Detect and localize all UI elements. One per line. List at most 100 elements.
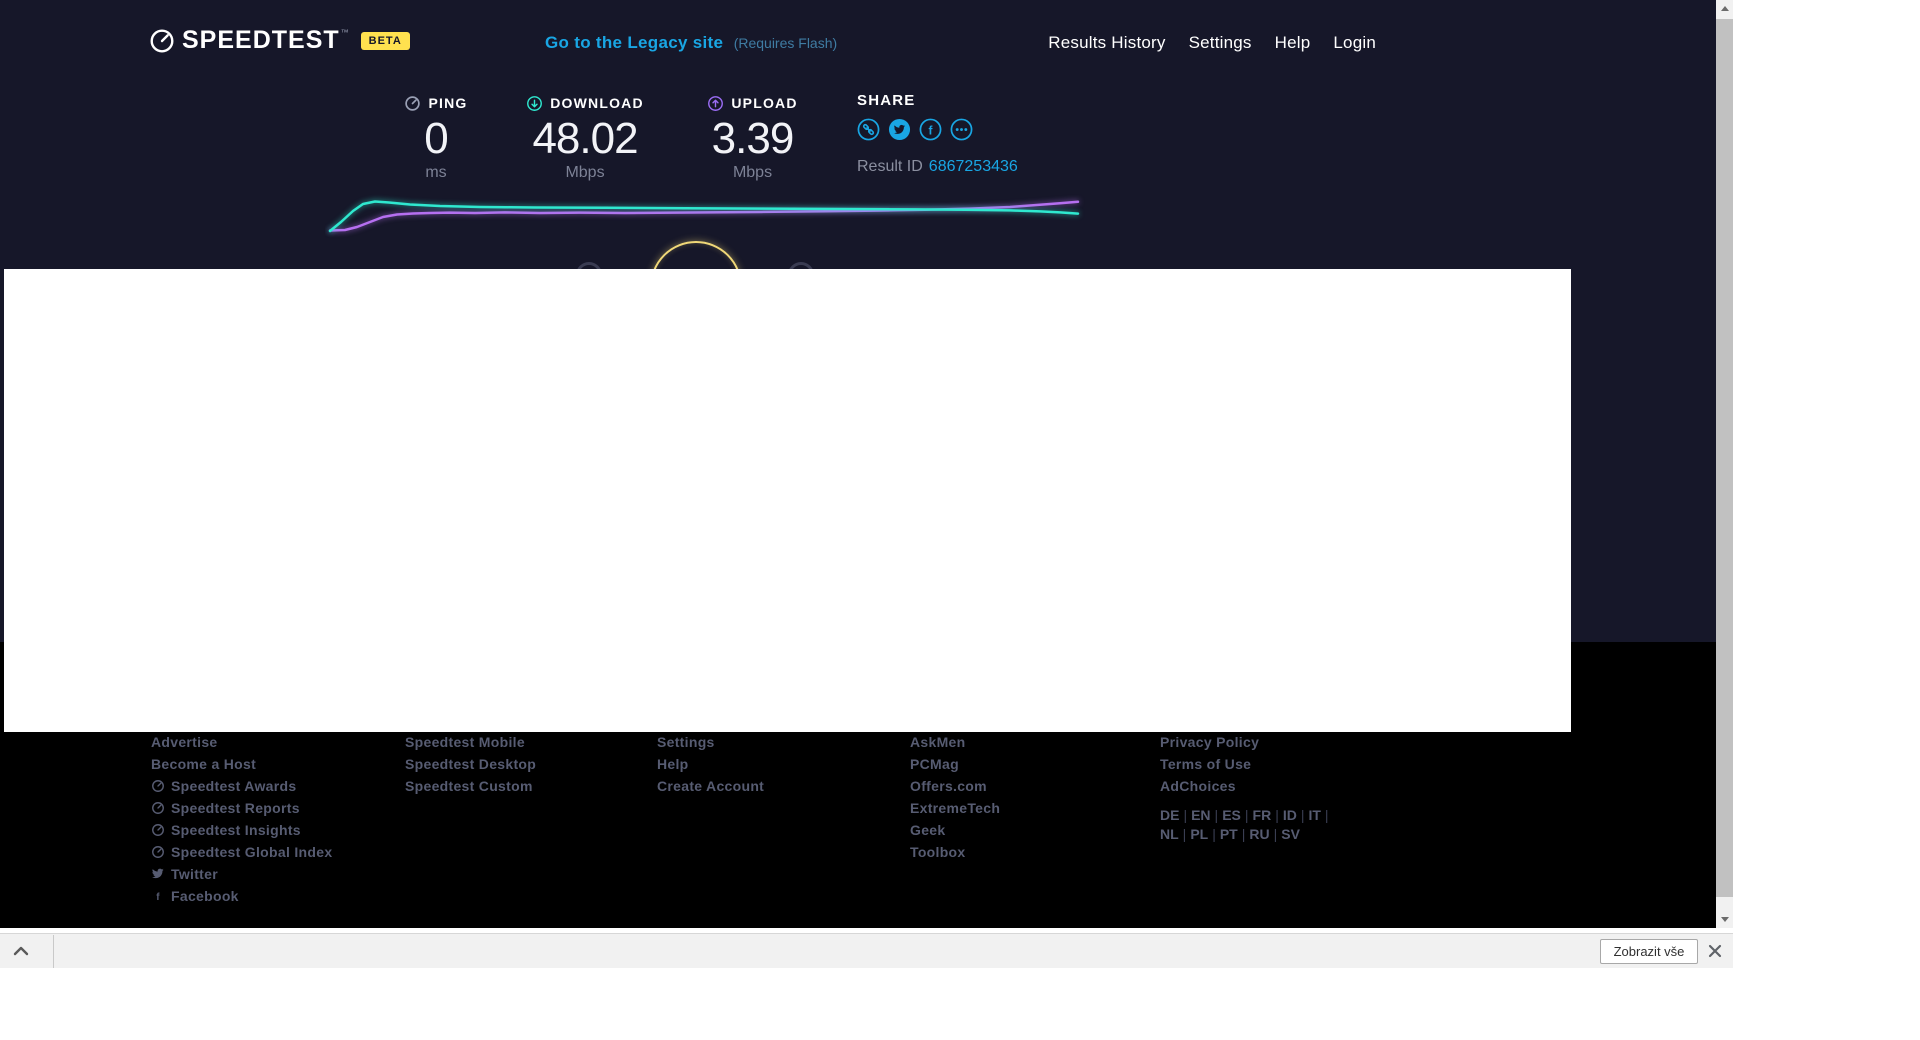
language-separator: | (1211, 807, 1223, 823)
gauge-icon (151, 845, 165, 859)
footer-link-advertise[interactable]: Advertise (151, 731, 332, 753)
footer-link-label: Speedtest Reports (171, 797, 300, 819)
footer-link-label: AskMen (910, 731, 965, 753)
footer-link-label: AdChoices (1160, 775, 1236, 797)
footer-link-label: Become a Host (151, 753, 256, 775)
share-icons-row: f (857, 118, 1067, 141)
gauge-icon (404, 95, 421, 112)
metric-unit: Mbps (685, 164, 820, 182)
vertical-scrollbar[interactable] (1716, 0, 1733, 928)
footer-link-label: Toolbox (910, 841, 966, 863)
legacy-site-link[interactable]: Go to the Legacy site (Requires Flash) (545, 33, 837, 53)
footer-link-speedtest-awards[interactable]: Speedtest Awards (151, 775, 332, 797)
footer-link-label: PCMag (910, 753, 959, 775)
scroll-up-button[interactable] (1716, 0, 1733, 17)
footer-link-speedtest-global-index[interactable]: Speedtest Global Index (151, 841, 332, 863)
shelf-divider (53, 935, 54, 968)
footer-link-speedtest-insights[interactable]: Speedtest Insights (151, 819, 332, 841)
footer-link-facebook[interactable]: fFacebook (151, 885, 332, 907)
footer-link-label: Help (657, 753, 689, 775)
twitter-share-icon[interactable] (888, 118, 911, 141)
language-nl[interactable]: NL (1160, 826, 1179, 842)
language-selector: DE|EN|ES|FR|ID|IT|NL|PL|PT|RU|SV (1160, 806, 1350, 844)
language-en[interactable]: EN (1191, 807, 1210, 823)
legacy-link-note: (Requires Flash) (734, 35, 837, 51)
blank-ad-overlay (4, 269, 1571, 732)
footer-column-2: Speedtest MobileSpeedtest DesktopSpeedte… (405, 731, 536, 797)
footer-link-adchoices[interactable]: AdChoices (1160, 775, 1259, 797)
footer-link-become-a-host[interactable]: Become a Host (151, 753, 332, 775)
footer-column-1: AdvertiseBecome a HostSpeedtest AwardsSp… (151, 731, 332, 907)
language-sv[interactable]: SV (1281, 826, 1300, 842)
svg-text:f: f (929, 123, 934, 137)
footer-link-privacy-policy[interactable]: Privacy Policy (1160, 731, 1259, 753)
footer-link-geek[interactable]: Geek (910, 819, 1000, 841)
notification-bar: Zobrazit vše (0, 933, 1733, 968)
language-de[interactable]: DE (1160, 807, 1179, 823)
language-separator: | (1271, 807, 1283, 823)
speed-graph (325, 192, 1085, 242)
language-line-1: DE|EN|ES|FR|ID|IT| (1160, 806, 1350, 825)
share-block: SHARE f Result ID 6867253436 (857, 92, 1067, 176)
facebook-share-icon[interactable]: f (919, 118, 942, 141)
footer-link-speedtest-mobile[interactable]: Speedtest Mobile (405, 731, 536, 753)
metric-upload: UPLOAD 3.39 Mbps (685, 94, 820, 182)
expand-shelf-button[interactable] (10, 942, 32, 960)
link-share-icon[interactable] (857, 118, 880, 141)
footer-link-create-account[interactable]: Create Account (657, 775, 764, 797)
nav-item-help[interactable]: Help (1275, 33, 1311, 53)
footer-link-label: Speedtest Custom (405, 775, 533, 797)
scrollbar-thumb[interactable] (1716, 19, 1733, 897)
scroll-up-icon (1721, 6, 1729, 11)
language-es[interactable]: ES (1222, 807, 1241, 823)
result-id-label: Result ID (857, 158, 923, 175)
metric-label: PING (428, 95, 467, 111)
footer-link-terms-of-use[interactable]: Terms of Use (1160, 753, 1259, 775)
language-pl[interactable]: PL (1190, 826, 1208, 842)
footer-link-settings[interactable]: Settings (657, 731, 764, 753)
language-fr[interactable]: FR (1253, 807, 1272, 823)
language-id[interactable]: ID (1283, 807, 1297, 823)
metric-download: DOWNLOAD 48.02 Mbps (505, 94, 665, 182)
footer-link-label: Geek (910, 819, 945, 841)
footer-link-pcmag[interactable]: PCMag (910, 753, 1000, 775)
footer-link-speedtest-reports[interactable]: Speedtest Reports (151, 797, 332, 819)
beta-badge: BETA (361, 32, 410, 50)
footer-link-speedtest-custom[interactable]: Speedtest Custom (405, 775, 536, 797)
metric-value: 3.39 (685, 116, 820, 162)
gauge-icon (151, 801, 165, 815)
footer-link-label: Privacy Policy (1160, 731, 1259, 753)
more-share-icon[interactable] (950, 118, 973, 141)
language-separator: | (1179, 807, 1191, 823)
footer-link-label: Speedtest Global Index (171, 841, 332, 863)
metric-label: UPLOAD (731, 95, 797, 111)
result-id-line: Result ID 6867253436 (857, 158, 1067, 176)
language-separator: | (1179, 826, 1191, 842)
close-shelf-button[interactable] (1706, 942, 1724, 960)
nav-item-login[interactable]: Login (1333, 33, 1376, 53)
footer-link-askmen[interactable]: AskMen (910, 731, 1000, 753)
footer-link-offers-com[interactable]: Offers.com (910, 775, 1000, 797)
footer-link-extremetech[interactable]: ExtremeTech (910, 797, 1000, 819)
footer-link-label: Speedtest Mobile (405, 731, 525, 753)
footer-link-speedtest-desktop[interactable]: Speedtest Desktop (405, 753, 536, 775)
svg-text:f: f (156, 892, 160, 903)
footer-link-twitter[interactable]: Twitter (151, 863, 332, 885)
nav-item-results-history[interactable]: Results History (1048, 33, 1165, 53)
footer-link-help[interactable]: Help (657, 753, 764, 775)
language-pt[interactable]: PT (1220, 826, 1238, 842)
speedtest-logo[interactable]: SPEEDTEST ™ BETA (149, 26, 410, 55)
scroll-down-button[interactable] (1716, 911, 1733, 928)
language-it[interactable]: IT (1308, 807, 1320, 823)
result-id-link[interactable]: 6867253436 (929, 158, 1018, 175)
language-separator: | (1297, 807, 1309, 823)
show-all-button[interactable]: Zobrazit vše (1600, 939, 1698, 964)
close-icon (1706, 942, 1724, 960)
footer-link-toolbox[interactable]: Toolbox (910, 841, 1000, 863)
footer-link-label: Terms of Use (1160, 753, 1251, 775)
arrow-down-circle-icon (526, 95, 543, 112)
language-ru[interactable]: RU (1249, 826, 1269, 842)
nav-item-settings[interactable]: Settings (1189, 33, 1252, 53)
share-label: SHARE (857, 92, 1067, 109)
footer-link-label: Settings (657, 731, 715, 753)
